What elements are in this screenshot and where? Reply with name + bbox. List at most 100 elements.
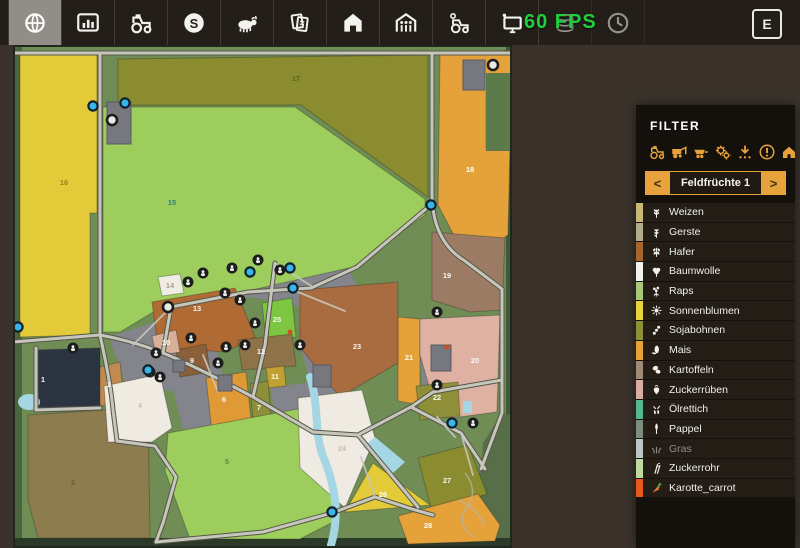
poi-marker[interactable] [220, 288, 231, 299]
crop-filter-row-ölrettich[interactable]: Ölrettich [636, 400, 795, 420]
crop-color-strip [636, 439, 643, 458]
ring-marker[interactable] [488, 60, 498, 70]
poi-marker[interactable] [151, 348, 162, 359]
poi-marker[interactable] [227, 263, 238, 274]
toolbar-tab-contracts[interactable] [274, 0, 327, 45]
crop-filter-row-zuckerrüben[interactable]: Zuckerrüben [636, 380, 795, 400]
poi-marker[interactable] [250, 318, 261, 329]
corn-icon [643, 344, 669, 357]
toolbar-tab-finances[interactable] [62, 0, 115, 45]
field-number-27: 27 [443, 476, 451, 485]
poi-marker[interactable] [183, 277, 194, 288]
poi-marker[interactable] [468, 418, 479, 429]
production-icon [393, 10, 419, 36]
crop-label: Kartoffeln [669, 364, 714, 376]
soybean-icon [643, 324, 669, 337]
crop-filter-row-kartoffeln[interactable]: Kartoffeln [636, 361, 795, 381]
crop-filter-row-zuckerrohr[interactable]: Zuckerrohr [636, 459, 795, 479]
poi-marker[interactable] [275, 265, 286, 276]
poi-marker[interactable] [432, 380, 443, 391]
crop-filter-row-gras[interactable]: Gras [636, 439, 795, 459]
field-number-23: 23 [353, 342, 361, 351]
vehicle-marker[interactable] [327, 507, 336, 516]
grass-icon [643, 442, 669, 455]
carrot-icon [643, 481, 669, 494]
field-number-24: 24 [338, 444, 347, 453]
poi-marker[interactable] [240, 340, 251, 351]
toolbar-tab-ai-worker[interactable] [433, 0, 486, 45]
field-number-21: 21 [405, 353, 413, 362]
selector-prev-button[interactable]: < [645, 171, 670, 195]
crop-filter-row-pappel[interactable]: Pappel [636, 420, 795, 440]
toolbar-tab-map[interactable] [9, 0, 62, 45]
crop-color-strip [636, 242, 643, 261]
field-1 [36, 348, 100, 410]
crop-filter-row-gerste[interactable]: Gerste [636, 223, 795, 243]
poi-marker[interactable] [432, 307, 443, 318]
key-hint-e: E [752, 9, 782, 39]
toolbar-tab-animals[interactable] [221, 0, 274, 45]
bar-chart-icon [75, 10, 101, 36]
barn-icon [340, 10, 366, 36]
gears-icon[interactable] [714, 143, 732, 161]
vehicle-marker[interactable] [120, 98, 129, 107]
trailer-icon[interactable] [692, 143, 710, 161]
ring-marker[interactable] [163, 302, 173, 312]
selector-next-button[interactable]: > [761, 171, 786, 195]
poi-marker[interactable] [235, 295, 246, 306]
crop-label: Raps [669, 285, 694, 297]
field-number-10: 10 [162, 338, 170, 347]
toolbar-tab-buildings[interactable] [327, 0, 380, 45]
field-number-22: 22 [433, 393, 441, 402]
vehicle-marker[interactable] [285, 263, 294, 272]
poi-marker[interactable] [155, 372, 166, 383]
cow-icon [234, 10, 260, 36]
vehicle-marker[interactable] [88, 101, 97, 110]
vehicle-marker[interactable] [245, 267, 254, 276]
crop-filter-row-sojabohnen[interactable]: Sojabohnen [636, 321, 795, 341]
warning-icon[interactable] [758, 143, 776, 161]
crop-color-strip [636, 321, 643, 340]
crop-filter-row-mais[interactable]: Mais [636, 341, 795, 361]
crop-filter-row-hafer[interactable]: Hafer [636, 242, 795, 262]
poplar-icon [643, 422, 669, 435]
world-map[interactable]: 1617151819212023132512119101431246752422… [13, 45, 512, 548]
field-number-6: 6 [222, 395, 226, 404]
poi-marker[interactable] [253, 255, 264, 266]
vehicle-marker[interactable] [143, 365, 152, 374]
poi-marker[interactable] [186, 333, 197, 344]
crop-filter-row-baumwolle[interactable]: Baumwolle [636, 262, 795, 282]
house-icon[interactable] [780, 143, 798, 161]
potato-icon [643, 363, 669, 376]
selector-current-label[interactable]: Feldfrüchte 1 [670, 171, 761, 195]
crop-filter-row-karotte_carrot[interactable]: Karotte_carrot [636, 479, 795, 499]
poi-marker[interactable] [198, 268, 209, 279]
crop-color-strip [636, 262, 643, 281]
map-canvas[interactable]: 1617151819212023132512119101431246752422… [13, 45, 512, 548]
tractor-icon[interactable] [648, 143, 666, 161]
crop-color-strip [636, 341, 643, 360]
crop-filter-row-weizen[interactable]: Weizen [636, 203, 795, 223]
seeder-icon[interactable] [736, 143, 754, 161]
crop-filter-row-raps[interactable]: Raps [636, 282, 795, 302]
cotton-icon [643, 265, 669, 278]
toolbar-tab-silo[interactable]: S [168, 0, 221, 45]
vehicle-marker[interactable] [426, 200, 435, 209]
ring-marker[interactable] [107, 115, 117, 125]
vehicle-marker[interactable] [288, 283, 297, 292]
toolbar-tab-clock[interactable] [592, 0, 645, 45]
harvester-icon[interactable] [670, 143, 688, 161]
poi-marker[interactable] [68, 343, 79, 354]
field-number-1: 1 [41, 375, 45, 384]
toolbar-lead-spacer [0, 0, 9, 45]
field-number-3: 3 [107, 380, 111, 389]
crop-filter-row-sonnenblumen[interactable]: Sonnenblumen [636, 301, 795, 321]
filter-panel: FILTER < Feldfrüchte 1 > WeizenGersteHaf… [636, 105, 795, 548]
poi-marker[interactable] [295, 340, 306, 351]
toolbar-tab-vehicles[interactable] [115, 0, 168, 45]
vehicle-marker[interactable] [447, 418, 456, 427]
crop-label: Ölrettich [669, 403, 708, 415]
poi-marker[interactable] [221, 342, 232, 353]
poi-marker[interactable] [213, 358, 224, 369]
toolbar-tab-production[interactable] [380, 0, 433, 45]
